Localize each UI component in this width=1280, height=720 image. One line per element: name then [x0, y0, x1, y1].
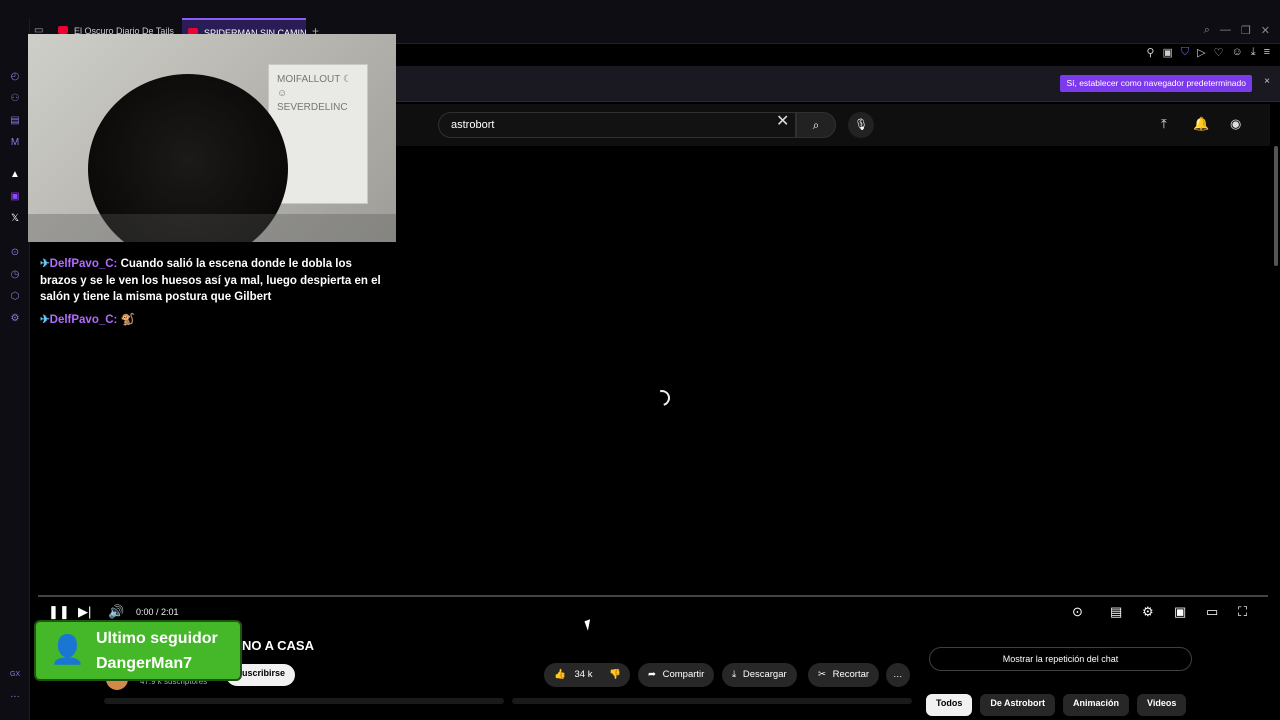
more-icon[interactable]: … — [8, 688, 22, 702]
stream-chat-overlay: ✈DelfPavo_C: Cuando salió la escena dond… — [40, 256, 392, 334]
settings-icon[interactable]: ⚙ — [1142, 604, 1154, 620]
webcam-overlay: MOIFALLOUT ☾ ☺ SEVERDELINC — [28, 34, 396, 242]
menu-icon[interactable]: ≡ — [1264, 46, 1270, 59]
miniplayer-icon[interactable]: ▣ — [1174, 604, 1186, 620]
clear-search-icon[interactable]: ✕ — [776, 114, 789, 130]
share-button[interactable]: ➦ Compartir — [638, 663, 715, 687]
pause-icon[interactable]: ❚❚ — [48, 604, 70, 620]
gx-icon[interactable]: GX — [8, 668, 22, 682]
like-dislike-button[interactable]: 👍 34 k 👎 — [544, 663, 630, 687]
chip-todos[interactable]: Todos — [926, 694, 973, 716]
chat-badge-icon: ✈ — [40, 313, 50, 326]
fullscreen-icon[interactable]: ⛶ — [1238, 604, 1247, 620]
poster-text: MOIFALLOUT ☾ ☺ SEVERDELINC — [277, 74, 352, 113]
chip-videos[interactable]: Videos — [1137, 694, 1187, 716]
description-box — [104, 698, 504, 704]
comments-box — [512, 698, 912, 704]
account-icon[interactable]: ☺ — [1231, 46, 1242, 59]
recommendation-chips: Todos De Astrobort Animación Videos — [926, 694, 1187, 716]
search-button[interactable]: ⌕ — [796, 112, 836, 138]
mail-icon[interactable]: M — [8, 136, 22, 150]
upload-icon[interactable]: ⤒ — [1161, 116, 1167, 132]
search-input[interactable]: astrobort — [438, 112, 796, 138]
thumbs-down-icon[interactable]: 👎 — [609, 669, 621, 680]
set-default-button[interactable]: Sí, establecer como navegador predetermi… — [1060, 75, 1252, 92]
twitch-icon[interactable]: ▣ — [8, 190, 22, 204]
player-icon[interactable]: ⊙ — [8, 246, 22, 260]
voice-search-button[interactable]: 🎙 — [848, 112, 874, 138]
download-label: Descargar — [742, 669, 787, 680]
player-icon[interactable]: ▷ — [1197, 46, 1205, 59]
scissors-icon: ✂ — [818, 669, 826, 680]
youtube-icon — [58, 26, 68, 34]
clip-button[interactable]: ✂ Recortar — [808, 663, 880, 687]
speed-dial-icon[interactable]: ◴ — [8, 70, 22, 84]
extensions-icon[interactable]: ⬡ — [8, 290, 22, 304]
download-icon: ⤓ — [732, 669, 737, 680]
chip-de-astrobort[interactable]: De Astrobort — [980, 694, 1055, 716]
avatar[interactable]: ◉ — [1230, 116, 1241, 132]
chip-animacion[interactable]: Animación — [1063, 694, 1130, 716]
chat-username: DelfPavo_C: — [49, 258, 118, 270]
browser-sidebar: ◴ ⚇ ▤ M ▲ ▣ 𝕏 ⊙ ◷ ⬡ ⚙ GX … — [0, 18, 30, 720]
minimize-icon[interactable]: — — [1220, 24, 1231, 37]
time-display: 0:00 / 2:01 — [136, 607, 179, 617]
mic-icon: 🎙 — [854, 119, 868, 131]
download-icon[interactable]: ⤓ — [1251, 46, 1256, 59]
chat-badge-icon: ✈ — [40, 258, 50, 270]
share-label: Compartir — [662, 669, 705, 680]
ai-icon[interactable]: ⚇ — [8, 92, 22, 106]
close-icon[interactable]: × — [1264, 76, 1270, 87]
restore-icon[interactable]: ❐ — [1241, 24, 1251, 37]
browser-toolbar: ⚲ ▣ ⛉ ▷ ♡ ☺ ⤓ ≡ — [1146, 46, 1270, 59]
clip-label: Recortar — [832, 669, 870, 680]
alert-title: Ultimo seguidor — [96, 630, 218, 647]
volume-icon[interactable]: 🔊 — [108, 604, 124, 620]
close-icon[interactable]: ✕ — [1261, 24, 1270, 37]
chat-text: 🐒 — [117, 313, 135, 326]
search-icon: ⌕ — [812, 118, 820, 132]
progress-bar[interactable] — [38, 595, 1268, 597]
chat-username: DelfPavo_C: — [49, 313, 118, 326]
shield-icon[interactable]: ⛉ — [1181, 46, 1189, 59]
like-count: 34 k — [574, 669, 593, 680]
chat-message: ✈DelfPavo_C: Cuando salió la escena dond… — [40, 256, 392, 306]
heart-icon[interactable]: ♡ — [1214, 46, 1224, 59]
window-controls: ⌕ — ❐ ✕ — [1204, 24, 1270, 37]
video-title: NO A CASA — [242, 638, 314, 653]
next-icon[interactable]: ▶| — [78, 604, 91, 620]
autoplay-toggle-icon[interactable]: ⊙ — [1072, 604, 1083, 620]
more-actions-button[interactable]: … — [886, 663, 910, 687]
show-chat-replay-button[interactable]: Mostrar la repetición del chat — [929, 647, 1192, 671]
snapshot-icon[interactable]: ▣ — [1162, 46, 1172, 59]
notifications-bell-icon[interactable]: 🔔 — [1193, 116, 1209, 132]
apps-icon[interactable]: ▲ — [8, 168, 22, 182]
thumbs-up-icon[interactable]: 👍 — [554, 669, 566, 680]
theater-mode-icon[interactable]: ▭ — [1206, 604, 1218, 620]
chat-message: ✈DelfPavo_C: 🐒 — [40, 312, 392, 329]
x-icon[interactable]: 𝕏 — [8, 212, 22, 226]
search-tabs-icon[interactable]: ⌕ — [1204, 24, 1210, 37]
settings-icon[interactable]: ⚙ — [8, 312, 22, 326]
last-follower-alert: 👤 Ultimo seguidor DangerMan7 — [34, 620, 242, 681]
scrollbar[interactable] — [1274, 146, 1278, 266]
share-icon: ➦ — [648, 669, 656, 680]
webcam-shadow — [28, 214, 396, 242]
subtitles-icon[interactable]: ▤ — [1110, 604, 1122, 620]
history-icon[interactable]: ◷ — [8, 268, 22, 282]
add-user-icon: 👤 — [50, 634, 85, 665]
pin-icon[interactable]: ⚲ — [1146, 46, 1154, 59]
news-icon[interactable]: ▤ — [8, 114, 22, 128]
follower-name: DangerMan7 — [96, 655, 193, 672]
download-button[interactable]: ⤓ Descargar — [722, 663, 797, 687]
